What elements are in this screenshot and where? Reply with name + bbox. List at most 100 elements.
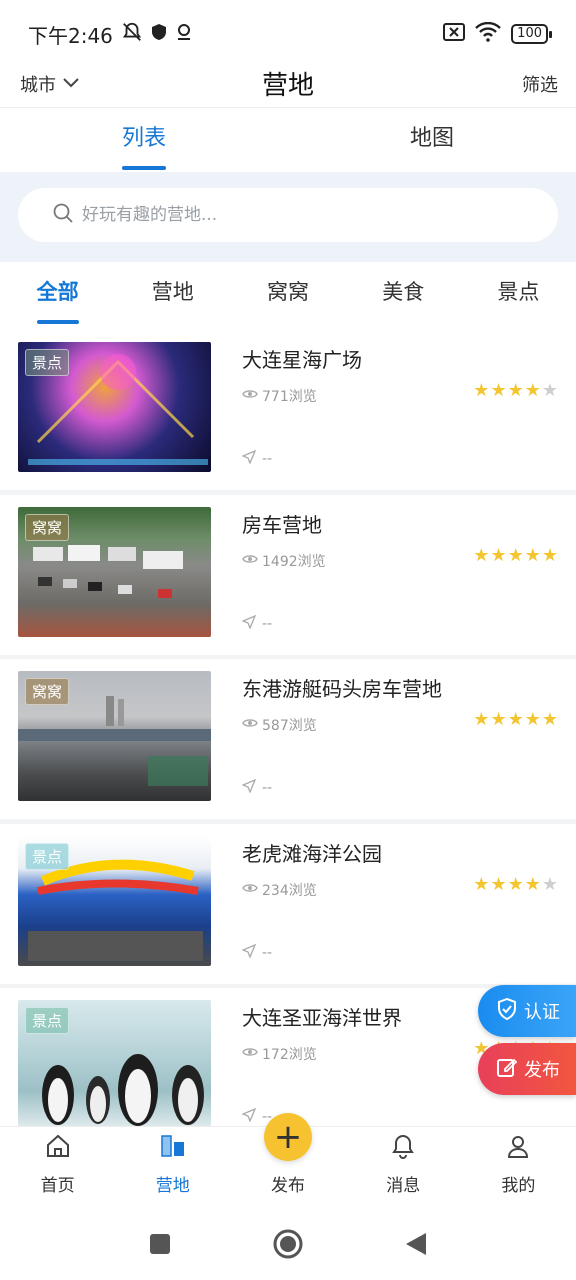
recent-apps-icon[interactable] bbox=[148, 1232, 172, 1260]
tab-list[interactable]: 列表 bbox=[0, 110, 288, 170]
star-icon: ★ bbox=[507, 544, 524, 566]
category-tab-camp[interactable]: 营地 bbox=[115, 262, 230, 328]
city-selector[interactable]: 城市 bbox=[20, 71, 80, 97]
star-icon: ★ bbox=[490, 709, 507, 730]
star-icon: ★ bbox=[524, 380, 541, 401]
nav-camp[interactable]: 营地 bbox=[115, 1127, 230, 1212]
battery-icon: 100 bbox=[511, 24, 552, 44]
item-view-count: 172浏览 bbox=[262, 1047, 317, 1063]
item-views: 587浏览 bbox=[242, 715, 317, 735]
list-item[interactable]: 景点 老虎滩海洋公园 234浏览 ★ ★ ★ ★ ★ -- bbox=[0, 823, 576, 984]
item-title: 大连星海广场 bbox=[242, 348, 362, 372]
shield-status-icon bbox=[151, 22, 167, 46]
star-icon: ★ bbox=[524, 544, 541, 566]
star-icon: ★ bbox=[524, 709, 541, 730]
item-thumbnail: 景点 bbox=[18, 1000, 211, 1126]
item-thumbnail: 景点 bbox=[18, 342, 211, 472]
item-distance: -- bbox=[241, 614, 273, 633]
list-item[interactable]: 窝窝 房车营地 1492浏览 ★ ★ ★ ★ ★ -- bbox=[0, 494, 576, 655]
navigation-arrow-icon bbox=[241, 943, 257, 962]
nav-messages-label: 消息 bbox=[386, 1176, 421, 1196]
category-tab-all[interactable]: 全部 bbox=[0, 262, 115, 328]
status-time: 下午2:46 bbox=[28, 23, 113, 48]
bell-icon bbox=[389, 1132, 417, 1165]
edit-icon bbox=[496, 1056, 518, 1083]
star-icon: ★ bbox=[507, 380, 524, 401]
nav-home[interactable]: 首页 bbox=[0, 1127, 115, 1212]
star-icon: ★ bbox=[524, 873, 541, 895]
search-area bbox=[0, 172, 576, 262]
plus-icon: + bbox=[264, 1113, 312, 1161]
category-tab-wowo[interactable]: 窝窝 bbox=[230, 262, 345, 328]
item-tag: 窝窝 bbox=[25, 678, 70, 705]
star-icon: ★ bbox=[490, 380, 507, 401]
item-thumbnail: 窝窝 bbox=[18, 671, 211, 801]
eye-icon bbox=[242, 388, 258, 404]
item-distance-value: -- bbox=[262, 615, 273, 632]
star-icon: ★ bbox=[490, 544, 507, 566]
star-icon: ★ bbox=[473, 544, 490, 566]
item-tag: 景点 bbox=[25, 842, 70, 870]
item-view-count: 771浏览 bbox=[262, 389, 317, 405]
search-input[interactable] bbox=[82, 205, 502, 225]
item-distance: -- bbox=[241, 778, 272, 797]
category-tab-food[interactable]: 美食 bbox=[346, 262, 461, 328]
item-tag: 景点 bbox=[25, 1007, 70, 1034]
status-right: 100 bbox=[443, 21, 552, 47]
certify-label: 认证 bbox=[524, 1002, 560, 1023]
sim-icon bbox=[443, 22, 466, 46]
item-title: 大连圣亚海洋世界 bbox=[242, 1006, 402, 1030]
rating-stars: ★★★★★ bbox=[473, 382, 558, 400]
certify-button[interactable]: 认证 bbox=[478, 985, 576, 1037]
rating-stars: ★★★★★ bbox=[473, 711, 558, 729]
status-bar: 下午2:46 100 bbox=[0, 0, 576, 60]
eye-icon bbox=[242, 717, 258, 733]
home-icon bbox=[44, 1132, 72, 1165]
mute-icon bbox=[121, 21, 143, 48]
post-button[interactable]: 发布 bbox=[478, 1043, 576, 1095]
camp-icon bbox=[159, 1132, 187, 1165]
star-icon: ★ bbox=[473, 709, 490, 730]
nav-home-label: 首页 bbox=[40, 1176, 75, 1196]
item-tag: 景点 bbox=[25, 349, 70, 376]
item-views: 771浏览 bbox=[242, 386, 317, 406]
rating-stars: ★★★★★ bbox=[473, 873, 558, 895]
shield-check-icon bbox=[496, 997, 518, 1026]
eye-icon bbox=[242, 1046, 258, 1062]
list-item[interactable]: 窝窝 东港游艇码头房车营地 587浏览 ★ ★ ★ ★ ★ -- bbox=[0, 659, 576, 819]
navigation-arrow-icon bbox=[241, 1107, 257, 1126]
category-tabs: 全部 营地 窝窝 美食 景点 bbox=[0, 262, 576, 328]
wifi-icon bbox=[475, 21, 502, 47]
item-view-count: 234浏览 bbox=[262, 882, 317, 899]
nav-publish[interactable]: + 发布 bbox=[230, 1113, 345, 1212]
city-label: 城市 bbox=[20, 74, 56, 96]
item-views: 234浏览 bbox=[242, 880, 317, 900]
item-title: 老虎滩海洋公园 bbox=[242, 841, 382, 866]
view-tabs: 列表 地图 bbox=[0, 110, 576, 170]
location-status-icon bbox=[175, 22, 193, 47]
item-distance: -- bbox=[241, 449, 273, 468]
back-icon[interactable] bbox=[404, 1231, 428, 1261]
system-nav-bar bbox=[0, 1212, 576, 1280]
tab-map[interactable]: 地图 bbox=[288, 110, 576, 170]
nav-profile[interactable]: 我的 bbox=[461, 1127, 576, 1212]
status-left: 下午2:46 bbox=[28, 20, 193, 49]
navigation-arrow-icon bbox=[241, 778, 257, 797]
list-item[interactable]: 景点 大连星海广场 771浏览 ★ ★ ★ ★ ★ -- bbox=[0, 330, 576, 490]
home-button-icon[interactable] bbox=[272, 1228, 304, 1264]
search-box[interactable] bbox=[18, 188, 558, 242]
post-label: 发布 bbox=[524, 1060, 560, 1081]
star-icon: ★ bbox=[507, 709, 524, 730]
item-title: 东港游艇码头房车营地 bbox=[242, 677, 442, 701]
nav-messages[interactable]: 消息 bbox=[346, 1127, 461, 1212]
page-title: 营地 bbox=[261, 71, 314, 101]
item-title: 房车营地 bbox=[242, 512, 322, 537]
star-icon: ★ bbox=[473, 380, 490, 401]
item-thumbnail: 窝窝 bbox=[18, 506, 211, 637]
item-distance-value: -- bbox=[262, 451, 273, 467]
eye-icon bbox=[242, 882, 258, 898]
filter-button[interactable]: 筛选 bbox=[522, 71, 558, 97]
category-tab-scenic[interactable]: 景点 bbox=[461, 262, 576, 328]
header: 城市 营地 筛选 bbox=[0, 60, 576, 108]
nav-camp-label: 营地 bbox=[155, 1176, 190, 1196]
